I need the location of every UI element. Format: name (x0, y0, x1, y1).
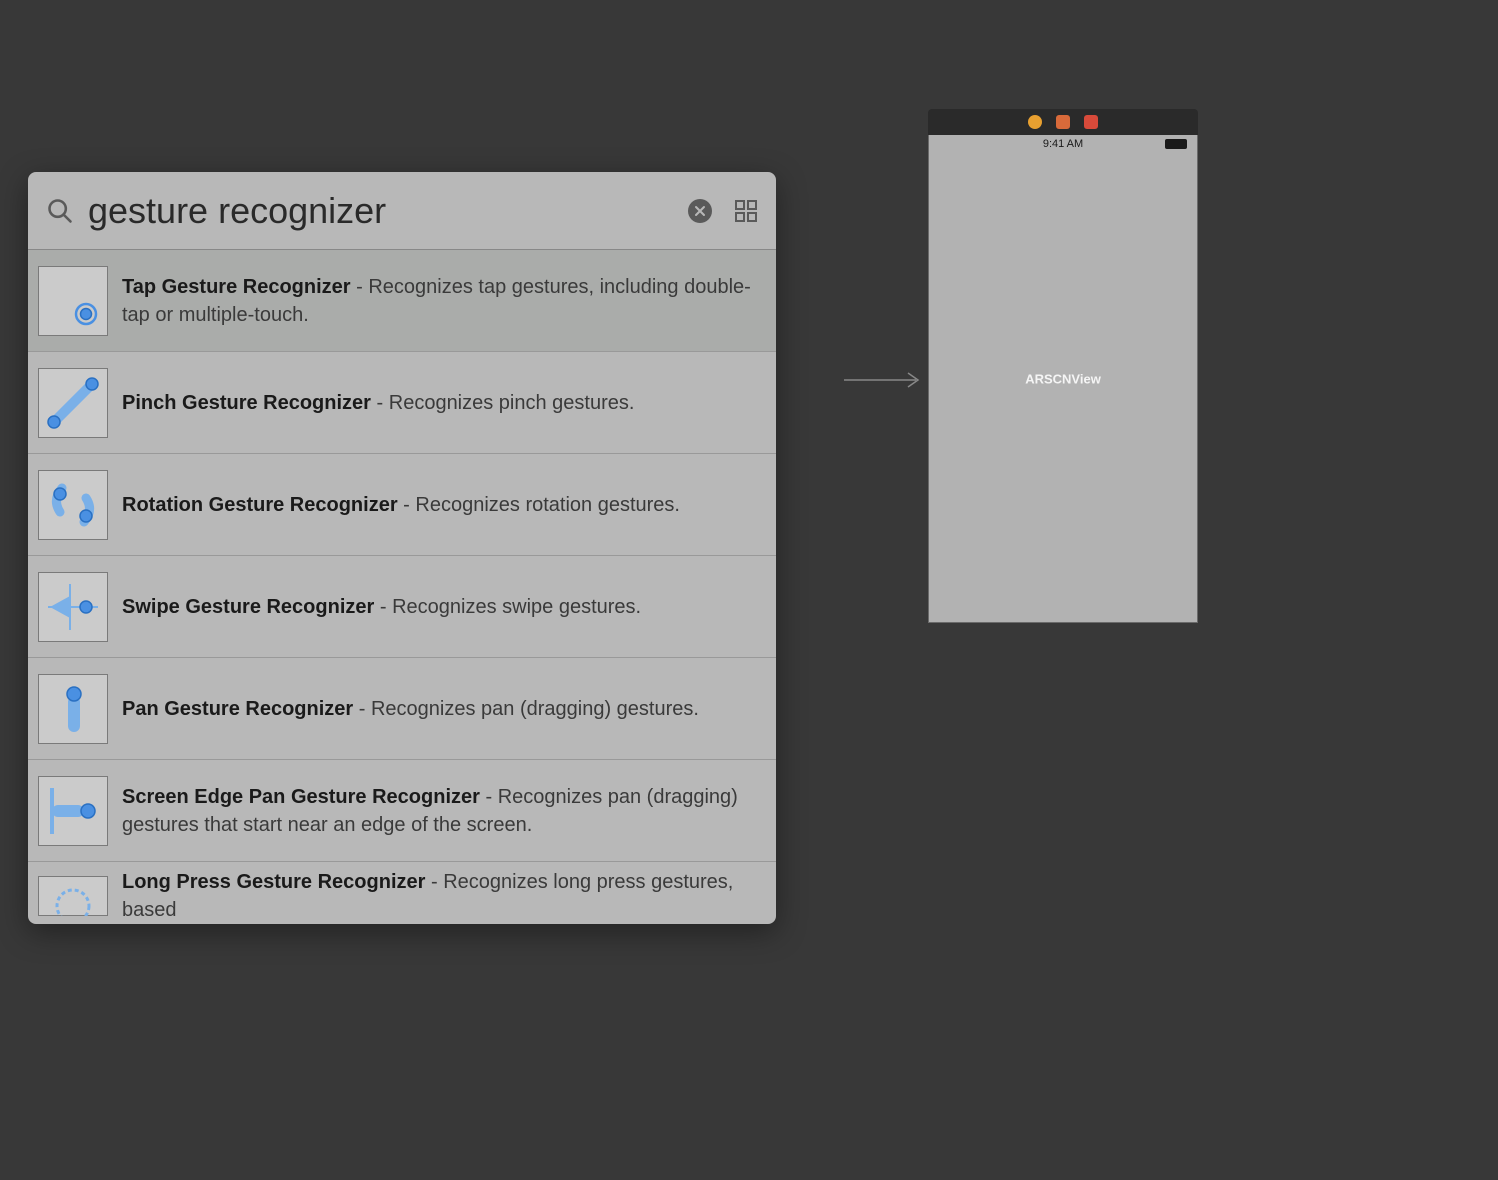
result-item-edge-pan[interactable]: Screen Edge Pan Gesture Recognizer - Rec… (28, 760, 776, 862)
search-icon (46, 197, 74, 225)
status-bar: 9:41 AM (929, 135, 1197, 153)
toolbar-icon-1[interactable] (1028, 115, 1042, 129)
swipe-gesture-icon (38, 572, 108, 642)
device-screen[interactable]: 9:41 AM ARSCNView (928, 135, 1198, 623)
result-title: Swipe Gesture Recognizer (122, 596, 374, 618)
drag-arrow (844, 370, 926, 395)
result-item-pinch[interactable]: Pinch Gesture Recognizer - Recognizes pi… (28, 352, 776, 454)
result-item-swipe[interactable]: Swipe Gesture Recognizer - Recognizes sw… (28, 556, 776, 658)
clear-search-button[interactable] (688, 199, 712, 223)
result-item-tap[interactable]: Tap Gesture Recognizer - Recognizes tap … (28, 250, 776, 352)
result-description: Recognizes swipe gestures. (392, 596, 641, 618)
result-title: Pinch Gesture Recognizer (122, 392, 371, 414)
view-label: ARSCNView (1025, 371, 1101, 386)
rotation-gesture-icon (38, 470, 108, 540)
toolbar-icon-2[interactable] (1056, 115, 1070, 129)
result-text: Long Press Gesture Recognizer - Recogniz… (122, 868, 766, 924)
grid-view-button[interactable] (734, 199, 758, 223)
toolbar-icon-3[interactable] (1084, 115, 1098, 129)
result-description: Recognizes pan (dragging) gestures. (371, 698, 699, 720)
search-bar (28, 172, 776, 250)
result-title: Pan Gesture Recognizer (122, 698, 353, 720)
search-input[interactable] (88, 190, 688, 232)
pan-gesture-icon (38, 674, 108, 744)
long-press-gesture-icon (38, 876, 108, 916)
result-item-rotation[interactable]: Rotation Gesture Recognizer - Recognizes… (28, 454, 776, 556)
result-text: Tap Gesture Recognizer - Recognizes tap … (122, 273, 766, 329)
results-list: Tap Gesture Recognizer - Recognizes tap … (28, 250, 776, 924)
result-text: Pan Gesture Recognizer - Recognizes pan … (122, 695, 766, 723)
result-item-pan[interactable]: Pan Gesture Recognizer - Recognizes pan … (28, 658, 776, 760)
device-preview: 9:41 AM ARSCNView (928, 109, 1198, 623)
result-title: Long Press Gesture Recognizer (122, 871, 425, 893)
result-text: Swipe Gesture Recognizer - Recognizes sw… (122, 593, 766, 621)
result-text: Screen Edge Pan Gesture Recognizer - Rec… (122, 783, 766, 839)
device-toolbar (928, 109, 1198, 135)
object-library-panel: Tap Gesture Recognizer - Recognizes tap … (28, 172, 776, 924)
result-description: Recognizes pinch gestures. (389, 392, 635, 414)
result-title: Screen Edge Pan Gesture Recognizer (122, 786, 480, 808)
result-text: Rotation Gesture Recognizer - Recognizes… (122, 491, 766, 519)
edge-pan-gesture-icon (38, 776, 108, 846)
result-title: Rotation Gesture Recognizer (122, 494, 398, 516)
result-item-long-press[interactable]: Long Press Gesture Recognizer - Recogniz… (28, 862, 776, 924)
tap-gesture-icon (38, 266, 108, 336)
result-description: Recognizes rotation gestures. (415, 494, 680, 516)
pinch-gesture-icon (38, 368, 108, 438)
battery-icon (1165, 139, 1187, 149)
result-title: Tap Gesture Recognizer (122, 276, 351, 298)
status-time: 9:41 AM (1043, 138, 1083, 150)
result-text: Pinch Gesture Recognizer - Recognizes pi… (122, 389, 766, 417)
